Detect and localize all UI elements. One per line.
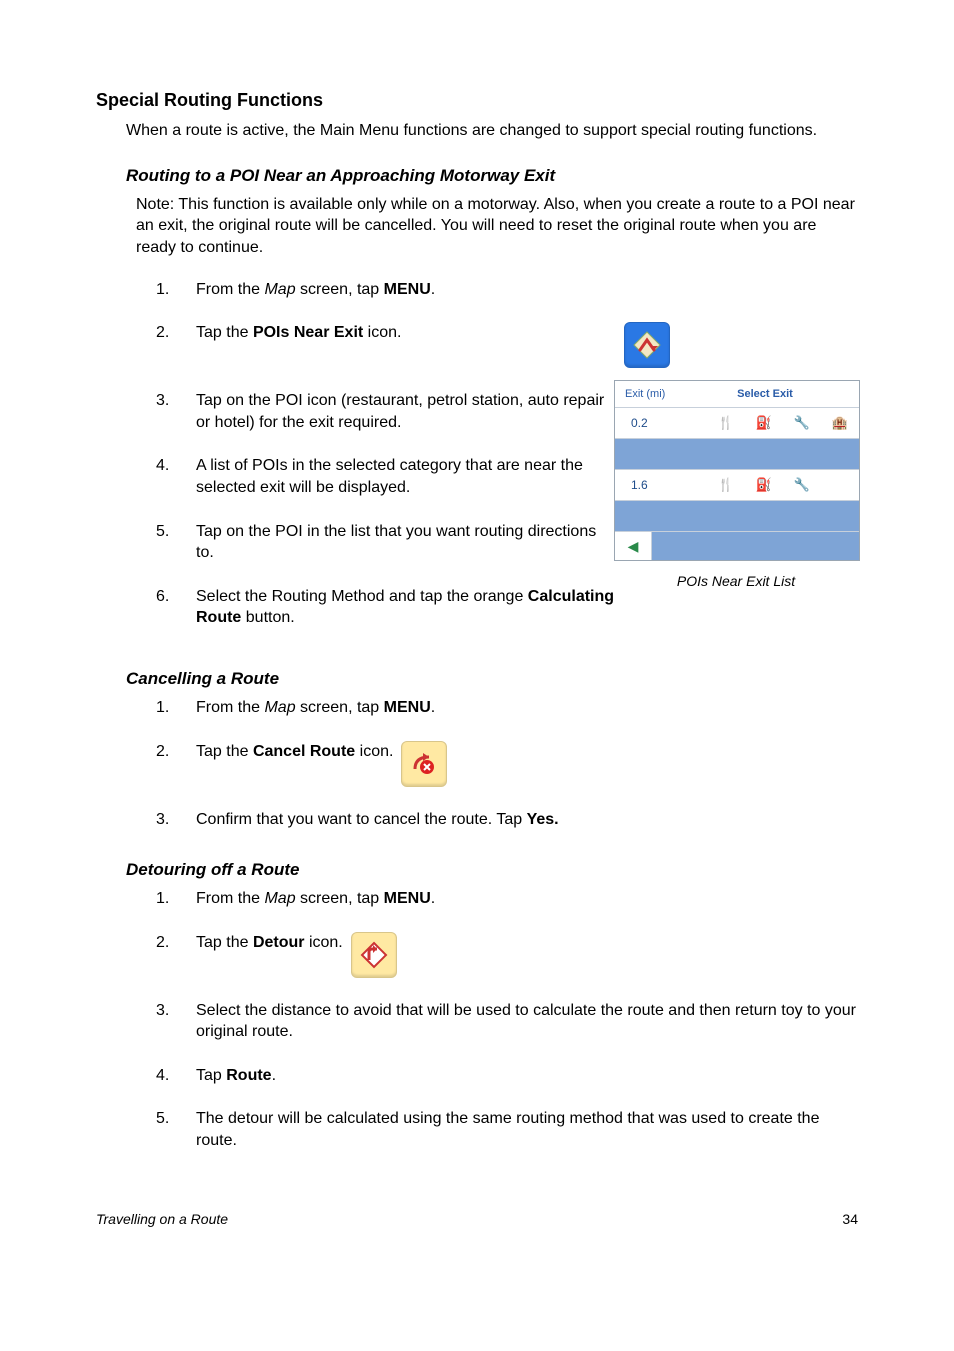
- page-number: 34: [842, 1211, 858, 1227]
- step-number: 4.: [156, 455, 196, 498]
- back-icon: ◀: [628, 538, 639, 555]
- step-text: From the Map screen, tap MENU.: [196, 697, 858, 719]
- select-exit-screen: Exit (mi) Select Exit 0.2 🍴 ⛽ 🔧 🏨 1.6 🍴 …: [614, 380, 860, 561]
- detour-steps: 1. From the Map screen, tap MENU. 2. Tap…: [96, 888, 858, 1152]
- step-text: Tap on the POI in the list that you want…: [196, 521, 616, 564]
- poi-step-2: 2. Tap the POIs Near Exit icon.: [156, 322, 858, 368]
- exit-row-empty: [615, 439, 859, 470]
- cancel-steps: 1. From the Map screen, tap MENU. 2. Tap…: [96, 697, 858, 830]
- pois-near-exit-icon: [624, 322, 670, 368]
- step-text: From the Map screen, tap MENU.: [196, 279, 616, 301]
- cancel-step-2: 2. Tap the Cancel Route icon.: [156, 741, 858, 787]
- step-number: 1.: [156, 279, 196, 301]
- exit-distance: 1.6: [615, 478, 707, 492]
- page-footer: Travelling on a Route 34: [96, 1211, 858, 1227]
- step-number: 4.: [156, 1065, 196, 1087]
- step-number: 3.: [156, 390, 196, 433]
- step-number: 6.: [156, 586, 196, 629]
- step-number: 5.: [156, 1108, 196, 1151]
- header-exit-label: Exit (mi): [615, 388, 701, 400]
- step-text: Tap the Detour icon.: [196, 932, 343, 978]
- figure-caption: POIs Near Exit List: [614, 573, 858, 589]
- poi-step-1: 1. From the Map screen, tap MENU.: [156, 279, 858, 301]
- step-number: 3.: [156, 1000, 196, 1043]
- page: Special Routing Functions When a route i…: [0, 0, 954, 1351]
- poi-note: Note: This function is available only wh…: [136, 194, 858, 259]
- cancel-step-3: 3. Confirm that you want to cancel the r…: [156, 809, 858, 831]
- exit-row: 0.2 🍴 ⛽ 🔧 🏨: [615, 408, 859, 439]
- step-text: From the Map screen, tap MENU.: [196, 888, 858, 910]
- subheading-detour-route: Detouring off a Route: [126, 860, 858, 880]
- fuel-icon[interactable]: ⛽: [745, 415, 783, 431]
- back-button[interactable]: ◀: [615, 532, 652, 560]
- step-text: Tap the POIs Near Exit icon.: [196, 322, 616, 368]
- header-title: Select Exit: [701, 388, 859, 400]
- repair-icon[interactable]: 🔧: [783, 477, 821, 493]
- section-intro: When a route is active, the Main Menu fu…: [126, 121, 858, 142]
- screen-footer: ◀: [615, 532, 859, 560]
- subheading-cancel-route: Cancelling a Route: [126, 669, 858, 689]
- step-number: 2.: [156, 741, 196, 787]
- detour-icon: [351, 932, 397, 978]
- step-text: A list of POIs in the selected category …: [196, 455, 616, 498]
- step-text: Tap Route.: [196, 1065, 858, 1087]
- detour-step-1: 1. From the Map screen, tap MENU.: [156, 888, 858, 910]
- subheading-poi-motorway: Routing to a POI Near an Approaching Mot…: [126, 166, 858, 186]
- detour-step-4: 4. Tap Route.: [156, 1065, 858, 1087]
- cancel-route-icon: [401, 741, 447, 787]
- detour-step-2: 2. Tap the Detour icon.: [156, 932, 858, 978]
- exit-distance: 0.2: [615, 416, 707, 430]
- repair-icon[interactable]: 🔧: [783, 415, 821, 431]
- step-text: Tap the Cancel Route icon.: [196, 741, 393, 787]
- exit-row-empty: [615, 501, 859, 532]
- cancel-step-1: 1. From the Map screen, tap MENU.: [156, 697, 858, 719]
- fuel-icon[interactable]: ⛽: [745, 477, 783, 493]
- step-number: 1.: [156, 697, 196, 719]
- poi-step-6: 6. Select the Routing Method and tap the…: [156, 586, 858, 629]
- restaurant-icon[interactable]: 🍴: [707, 415, 745, 431]
- section-heading: Special Routing Functions: [96, 90, 858, 111]
- step-text: Tap on the POI icon (restaurant, petrol …: [196, 390, 616, 433]
- step-number: 1.: [156, 888, 196, 910]
- step-number: 2.: [156, 932, 196, 978]
- pois-near-exit-figure: Exit (mi) Select Exit 0.2 🍴 ⛽ 🔧 🏨 1.6 🍴 …: [614, 380, 858, 589]
- step-text: Select the Routing Method and tap the or…: [196, 586, 616, 629]
- step-text: The detour will be calculated using the …: [196, 1108, 858, 1151]
- step-text: Select the distance to avoid that will b…: [196, 1000, 858, 1043]
- restaurant-icon[interactable]: 🍴: [707, 477, 745, 493]
- step-number: 3.: [156, 809, 196, 831]
- screen-header: Exit (mi) Select Exit: [615, 381, 859, 408]
- hotel-icon[interactable]: 🏨: [821, 415, 859, 431]
- step-text: Confirm that you want to cancel the rout…: [196, 809, 858, 831]
- detour-step-5: 5. The detour will be calculated using t…: [156, 1108, 858, 1151]
- exit-row: 1.6 🍴 ⛽ 🔧: [615, 470, 859, 501]
- footer-chapter: Travelling on a Route: [96, 1211, 228, 1227]
- step-number: 5.: [156, 521, 196, 564]
- step-number: 2.: [156, 322, 196, 368]
- detour-step-3: 3. Select the distance to avoid that wil…: [156, 1000, 858, 1043]
